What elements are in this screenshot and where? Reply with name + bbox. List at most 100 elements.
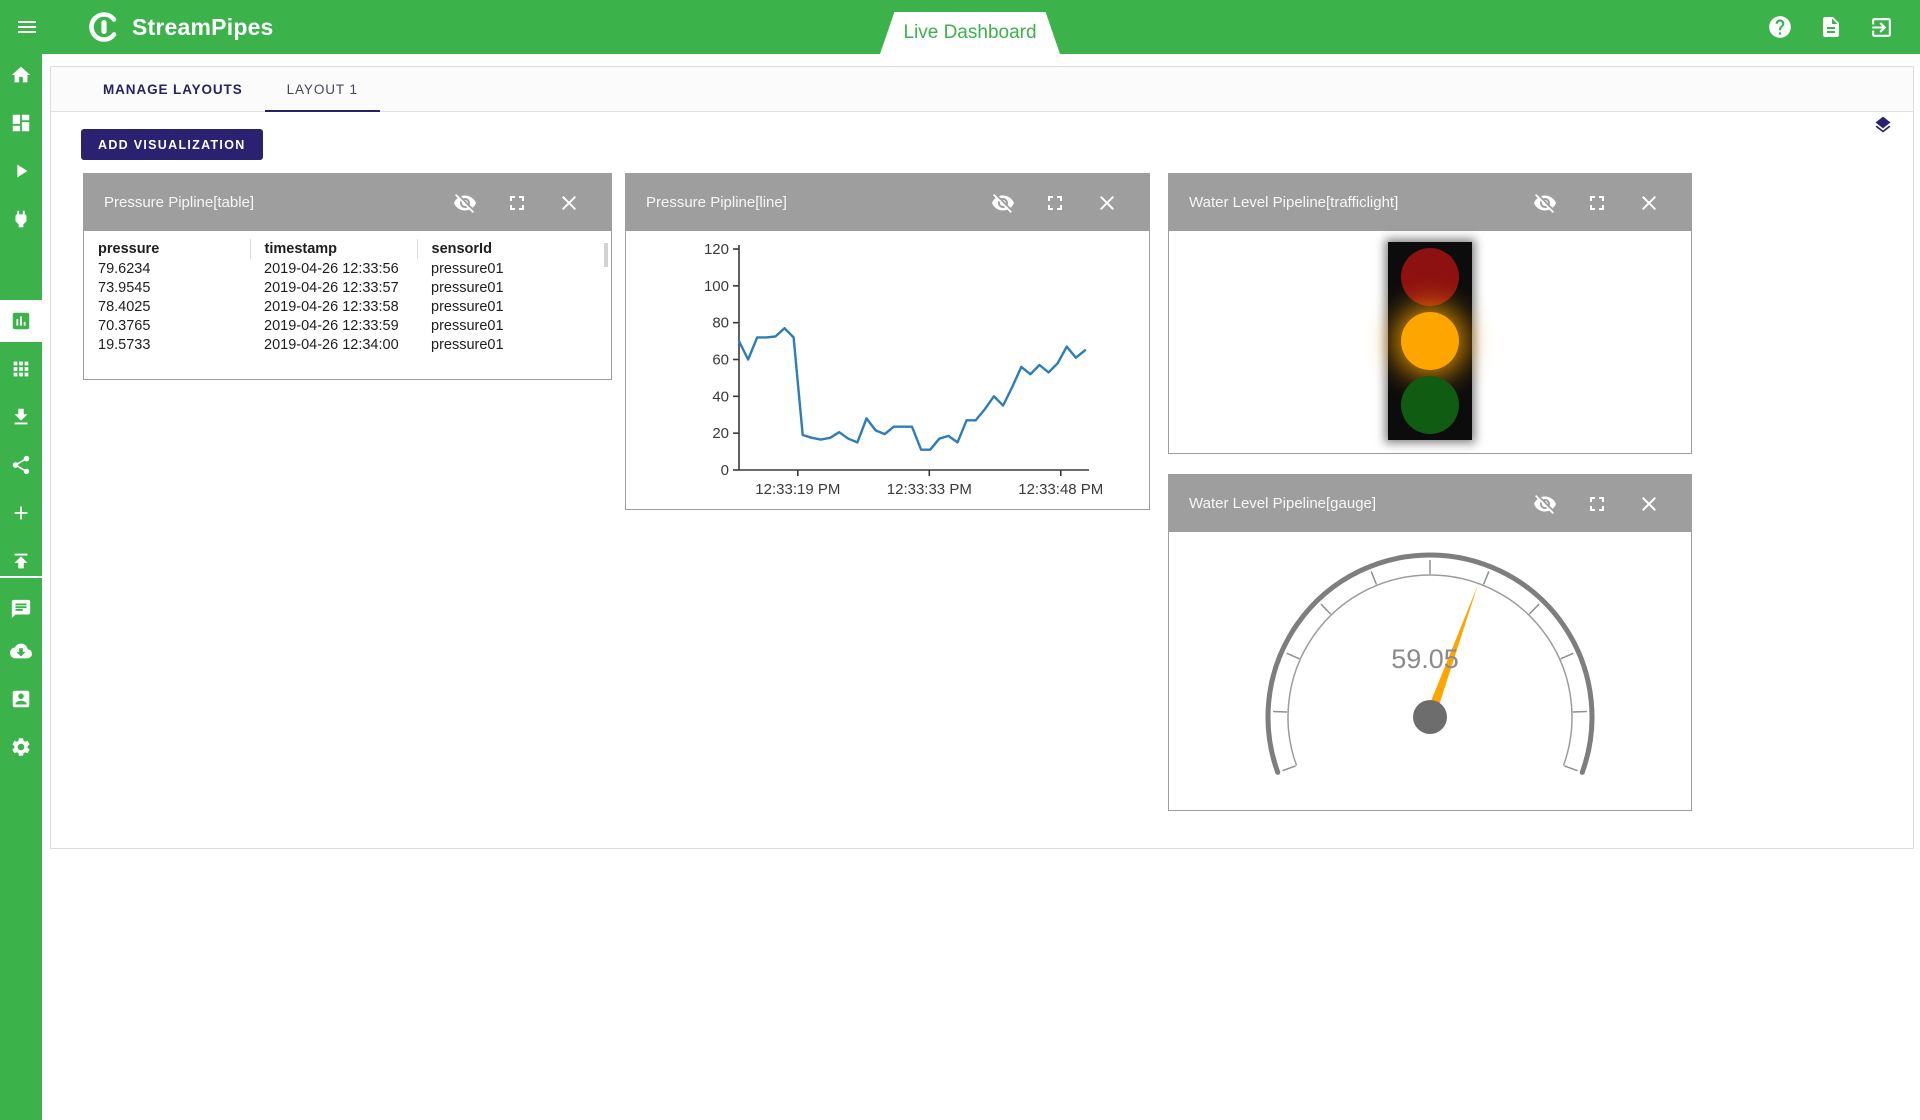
- table-row: 79.62342019-04-26 12:33:56pressure01: [84, 259, 597, 278]
- active-tab-indicator: [265, 110, 380, 112]
- widget-title: Pressure Pipline[line]: [646, 194, 787, 211]
- sidebar-item-live-dashboard[interactable]: [0, 300, 42, 342]
- dashboard-icon: [10, 112, 32, 134]
- sidebar-item-apps[interactable]: [0, 348, 42, 390]
- svg-text:12:33:19 PM: 12:33:19 PM: [755, 481, 840, 498]
- widget-title: Water Level Pipeline[gauge]: [1189, 495, 1376, 512]
- svg-text:40: 40: [712, 388, 729, 405]
- fullscreen-icon[interactable]: [1585, 492, 1609, 516]
- apps-icon: [10, 358, 32, 380]
- sidebar-item-download[interactable]: [0, 396, 42, 438]
- plug-icon: [10, 208, 32, 230]
- layout-tabbar: MANAGE LAYOUTS LAYOUT 1: [51, 67, 1913, 112]
- sidebar-item-home[interactable]: [0, 54, 42, 96]
- bar-chart-icon: [10, 310, 32, 332]
- sidebar-nav: [0, 54, 42, 1120]
- svg-text:100: 100: [704, 278, 729, 295]
- layers-icon[interactable]: [1873, 115, 1893, 135]
- add-visualization-button[interactable]: ADD VISUALIZATION: [81, 129, 263, 160]
- tab-manage-layouts[interactable]: MANAGE LAYOUTS: [81, 67, 265, 111]
- streampipes-logo-icon: [86, 9, 122, 45]
- close-icon[interactable]: [1095, 191, 1119, 215]
- widget-title: Pressure Pipline[table]: [104, 194, 254, 211]
- table-header-row: pressuretimestampsensorId: [84, 239, 597, 259]
- close-icon[interactable]: [1637, 191, 1661, 215]
- sidebar-item-pipelines[interactable]: [0, 150, 42, 192]
- sidebar-item-settings[interactable]: [0, 726, 42, 768]
- pressure-line-chart: 02040608010012012:33:19 PM12:33:33 PM12:…: [626, 231, 1149, 509]
- close-icon[interactable]: [1637, 492, 1661, 516]
- share-icon: [10, 454, 32, 476]
- sidebar-item-profile[interactable]: [0, 678, 42, 720]
- table-row: 19.57332019-04-26 12:34:00pressure01: [84, 335, 597, 354]
- visibility-off-icon[interactable]: [1533, 492, 1557, 516]
- table-scrollbar[interactable]: [604, 243, 608, 267]
- table-row: 73.95452019-04-26 12:33:57pressure01: [84, 278, 597, 297]
- widget-trafficlight: Water Level Pipeline[trafficlight]: [1168, 173, 1692, 454]
- file-icon[interactable]: [1819, 15, 1843, 39]
- sidebar-item-share[interactable]: [0, 444, 42, 486]
- settings-icon: [10, 736, 32, 758]
- sidebar-item-cloud[interactable]: [0, 630, 42, 672]
- table-body: 79.62342019-04-26 12:33:56pressure0173.9…: [84, 259, 597, 354]
- fullscreen-icon[interactable]: [1043, 191, 1067, 215]
- dashboard-panel: MANAGE LAYOUTS LAYOUT 1 ADD VISUALIZATIO…: [50, 66, 1914, 849]
- visibility-off-icon[interactable]: [1533, 191, 1557, 215]
- fullscreen-icon[interactable]: [505, 191, 529, 215]
- svg-text:80: 80: [712, 315, 729, 332]
- top-app-bar: StreamPipes Live Dashboard: [0, 0, 1920, 54]
- chat-icon: [10, 598, 32, 620]
- widget-header-gauge[interactable]: Water Level Pipeline[gauge]: [1169, 475, 1691, 532]
- water-level-gauge: 59.05: [1169, 532, 1691, 810]
- home-icon: [10, 64, 32, 86]
- play-icon: [10, 160, 32, 182]
- widget-header-trafficlight[interactable]: Water Level Pipeline[trafficlight]: [1169, 174, 1691, 231]
- widget-pressure-line: Pressure Pipline[line] 02040608010012012…: [625, 173, 1150, 510]
- widget-gauge: Water Level Pipeline[gauge] 59.05: [1168, 474, 1692, 811]
- gauge-value: 59.05: [1391, 644, 1459, 674]
- visibility-off-icon[interactable]: [991, 191, 1015, 215]
- tab-layout-1[interactable]: LAYOUT 1: [265, 67, 380, 111]
- traffic-light-green: [1401, 376, 1459, 434]
- tab-layout-1-label: LAYOUT 1: [287, 82, 358, 97]
- close-icon[interactable]: [557, 191, 581, 215]
- svg-text:20: 20: [712, 425, 729, 442]
- table-column-header: pressure: [84, 239, 250, 259]
- table-row: 78.40252019-04-26 12:33:58pressure01: [84, 297, 597, 316]
- sidebar-item-add[interactable]: [0, 492, 42, 534]
- svg-text:60: 60: [712, 352, 729, 369]
- add-icon: [10, 502, 32, 524]
- topbar-actions: [1767, 14, 1920, 40]
- widget-header-line[interactable]: Pressure Pipline[line]: [626, 174, 1149, 231]
- menu-icon[interactable]: [0, 0, 54, 54]
- sidebar-item-dashboard[interactable]: [0, 102, 42, 144]
- table-column-header: sensorId: [417, 239, 597, 259]
- table-column-header: timestamp: [250, 239, 417, 259]
- cloud-download-icon: [10, 640, 32, 662]
- visibility-off-icon[interactable]: [453, 191, 477, 215]
- svg-text:12:33:33 PM: 12:33:33 PM: [887, 481, 972, 498]
- tab-manage-layouts-label: MANAGE LAYOUTS: [103, 82, 243, 97]
- brand: StreamPipes: [86, 9, 274, 45]
- table-row: 70.37652019-04-26 12:33:59pressure01: [84, 316, 597, 335]
- help-icon[interactable]: [1767, 14, 1793, 40]
- app-title: StreamPipes: [132, 14, 274, 41]
- account-icon: [10, 688, 32, 710]
- svg-text:12:33:48 PM: 12:33:48 PM: [1018, 481, 1103, 498]
- logout-icon[interactable]: [1869, 15, 1894, 40]
- sidebar-item-notifications[interactable]: [0, 588, 42, 630]
- fullscreen-icon[interactable]: [1585, 191, 1609, 215]
- sidebar-divider: [0, 576, 42, 578]
- traffic-light-amber: [1401, 312, 1459, 370]
- pressure-data-table: pressuretimestampsensorId 79.62342019-04…: [84, 239, 597, 354]
- traffic-light: [1388, 242, 1472, 440]
- widget-title: Water Level Pipeline[trafficlight]: [1189, 194, 1398, 211]
- page-tab-label: Live Dashboard: [903, 22, 1036, 44]
- download-icon: [10, 406, 32, 428]
- traffic-light-red: [1401, 248, 1459, 306]
- svg-text:0: 0: [721, 462, 729, 479]
- sidebar-item-connect[interactable]: [0, 198, 42, 240]
- widget-pressure-table: Pressure Pipline[table] pressuretimestam…: [83, 173, 612, 380]
- widget-header-table[interactable]: Pressure Pipline[table]: [84, 174, 611, 231]
- live-dashboard-page-tab[interactable]: Live Dashboard: [880, 12, 1060, 54]
